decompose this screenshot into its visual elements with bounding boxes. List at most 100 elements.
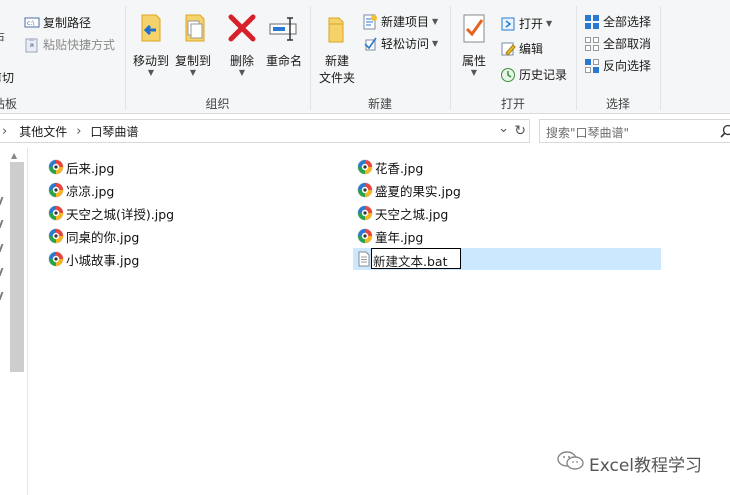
easy-access-icon: [362, 36, 378, 52]
easy-access-label: 轻松访问: [381, 37, 430, 51]
invert-selection-label: 反向选择: [603, 59, 652, 73]
rename-input[interactable]: 新建文本.bat: [371, 248, 461, 269]
properties-icon: [457, 12, 491, 46]
address-bar-row: › 其他文件 › 口琴曲谱 ⌄ ↻ 搜索"口琴曲谱": [0, 117, 730, 145]
delete-dropdown-icon: ▼: [238, 68, 246, 77]
search-box[interactable]: 搜索"口琴曲谱": [539, 119, 730, 143]
address-dropdown-icon[interactable]: ⌄: [498, 121, 509, 136]
new-group-label: 新建: [367, 97, 392, 111]
open-button[interactable]: 打开 ▼: [500, 15, 552, 32]
new-folder-label-line2: 文件夹: [318, 71, 355, 85]
delete-label: 删除: [229, 54, 254, 68]
edit-icon: [500, 41, 516, 57]
file-item[interactable]: 小城故事.jpg: [48, 248, 139, 270]
paste-shortcut-button[interactable]: 粘贴快捷方式: [24, 36, 115, 53]
navigation-scrollbar-thumb[interactable]: [10, 162, 24, 372]
file-item[interactable]: 天空之城.jpg: [357, 202, 448, 224]
image-file-icon: [48, 228, 64, 244]
open-group-label: 打开: [500, 97, 525, 111]
easy-access-dropdown-icon: ▼: [432, 38, 439, 48]
properties-dropdown-icon: ▼: [470, 68, 478, 77]
select-none-button[interactable]: 全部取消: [584, 35, 651, 52]
move-to-dropdown-icon: ▼: [147, 68, 155, 77]
paste-button[interactable]: 占: [0, 28, 5, 44]
delete-icon: [225, 12, 259, 46]
easy-access-button[interactable]: 轻松访问 ▼: [362, 35, 438, 52]
copy-to-dropdown-icon: ▼: [189, 68, 197, 77]
address-bar[interactable]: › 其他文件 › 口琴曲谱 ⌄ ↻: [0, 119, 530, 143]
new-folder-label-line1: 新建: [324, 54, 349, 68]
wechat-icon: [557, 450, 585, 477]
cut-label: 剪切: [0, 71, 15, 85]
ribbon: 占 剪切 c:\ 复制路径 粘贴快捷方式 站板 移动到 ▼ 复制到 ▼ 删除: [0, 0, 730, 114]
rename-button[interactable]: 重命名: [264, 12, 304, 69]
image-file-icon: [357, 182, 373, 198]
file-item[interactable]: 盛夏的果实.jpg: [357, 179, 461, 201]
breadcrumb-item-other-files[interactable]: 其他文件: [19, 123, 67, 140]
move-to-label: 移动到: [132, 54, 169, 68]
history-label: 历史记录: [519, 68, 568, 82]
new-item-dropdown-icon: ▼: [432, 16, 439, 26]
select-none-label: 全部取消: [603, 37, 652, 51]
edit-button[interactable]: 编辑: [500, 40, 543, 57]
copy-to-label: 复制到: [174, 54, 211, 68]
watermark-text: Excel教程学习: [589, 456, 703, 476]
copy-to-icon: [176, 12, 210, 46]
image-file-icon: [357, 228, 373, 244]
move-to-button[interactable]: 移动到 ▼: [131, 12, 171, 77]
separator: [660, 6, 661, 110]
image-file-icon: [48, 251, 64, 267]
scroll-up-arrow-icon[interactable]: ▲: [11, 151, 17, 160]
file-item[interactable]: 同桌的你.jpg: [48, 225, 139, 247]
rename-icon: [267, 12, 301, 46]
breadcrumb-item-harmonica-scores[interactable]: 口琴曲谱: [90, 123, 138, 140]
file-item[interactable]: 凉凉.jpg: [48, 179, 114, 201]
breadcrumb-separator[interactable]: ›: [2, 124, 7, 139]
file-name: 天空之城(详授).jpg: [66, 206, 175, 222]
invert-selection-icon: [584, 58, 600, 74]
delete-button[interactable]: 删除 ▼: [226, 12, 258, 77]
cut-button[interactable]: 剪切: [0, 69, 14, 86]
svg-text:c:\: c:\: [27, 20, 35, 27]
select-all-label: 全部选择: [603, 15, 652, 29]
new-folder-icon: [320, 12, 354, 46]
properties-label: 属性: [461, 54, 486, 68]
history-icon: [500, 67, 516, 83]
file-name: 天空之城.jpg: [375, 206, 449, 222]
paste-label: 占: [0, 28, 5, 44]
new-item-icon: [362, 14, 378, 30]
search-icon: [720, 124, 730, 141]
select-all-icon: [584, 14, 600, 30]
file-item[interactable]: 后来.jpg: [48, 156, 114, 178]
copy-to-button[interactable]: 复制到 ▼: [173, 12, 213, 77]
invert-selection-button[interactable]: 反向选择: [584, 57, 651, 74]
copy-path-label: 复制路径: [43, 16, 92, 30]
new-item-button[interactable]: 新建项目 ▼: [362, 13, 438, 30]
properties-button[interactable]: 属性 ▼: [456, 12, 492, 77]
select-all-button[interactable]: 全部选择: [584, 13, 651, 30]
text-file-icon: [356, 251, 372, 267]
search-input[interactable]: 搜索"口琴曲谱": [546, 126, 629, 140]
copy-path-button[interactable]: c:\ 复制路径: [24, 14, 91, 31]
new-folder-button[interactable]: 新建 文件夹: [316, 12, 358, 86]
file-name: 同桌的你.jpg: [66, 229, 140, 245]
file-item[interactable]: 童年.jpg: [357, 225, 423, 247]
new-item-label: 新建项目: [381, 15, 430, 29]
file-name: 凉凉.jpg: [66, 183, 115, 199]
refresh-icon[interactable]: ↻: [514, 123, 526, 139]
copy-path-icon: c:\: [24, 15, 40, 31]
select-none-icon: [584, 36, 600, 52]
edit-label: 编辑: [519, 42, 544, 56]
file-name: 童年.jpg: [375, 229, 424, 245]
history-button[interactable]: 历史记录: [500, 66, 567, 83]
image-file-icon: [357, 159, 373, 175]
paste-shortcut-icon: [24, 37, 40, 53]
paste-shortcut-label: 粘贴快捷方式: [43, 38, 116, 52]
file-name: 盛夏的果实.jpg: [375, 183, 461, 199]
file-item[interactable]: 天空之城(详授).jpg: [48, 202, 174, 224]
rename-label: 重命名: [265, 54, 302, 68]
breadcrumb-separator[interactable]: ›: [76, 124, 81, 139]
image-file-icon: [48, 182, 64, 198]
file-item[interactable]: 花香.jpg: [357, 156, 423, 178]
move-to-icon: [134, 12, 168, 46]
